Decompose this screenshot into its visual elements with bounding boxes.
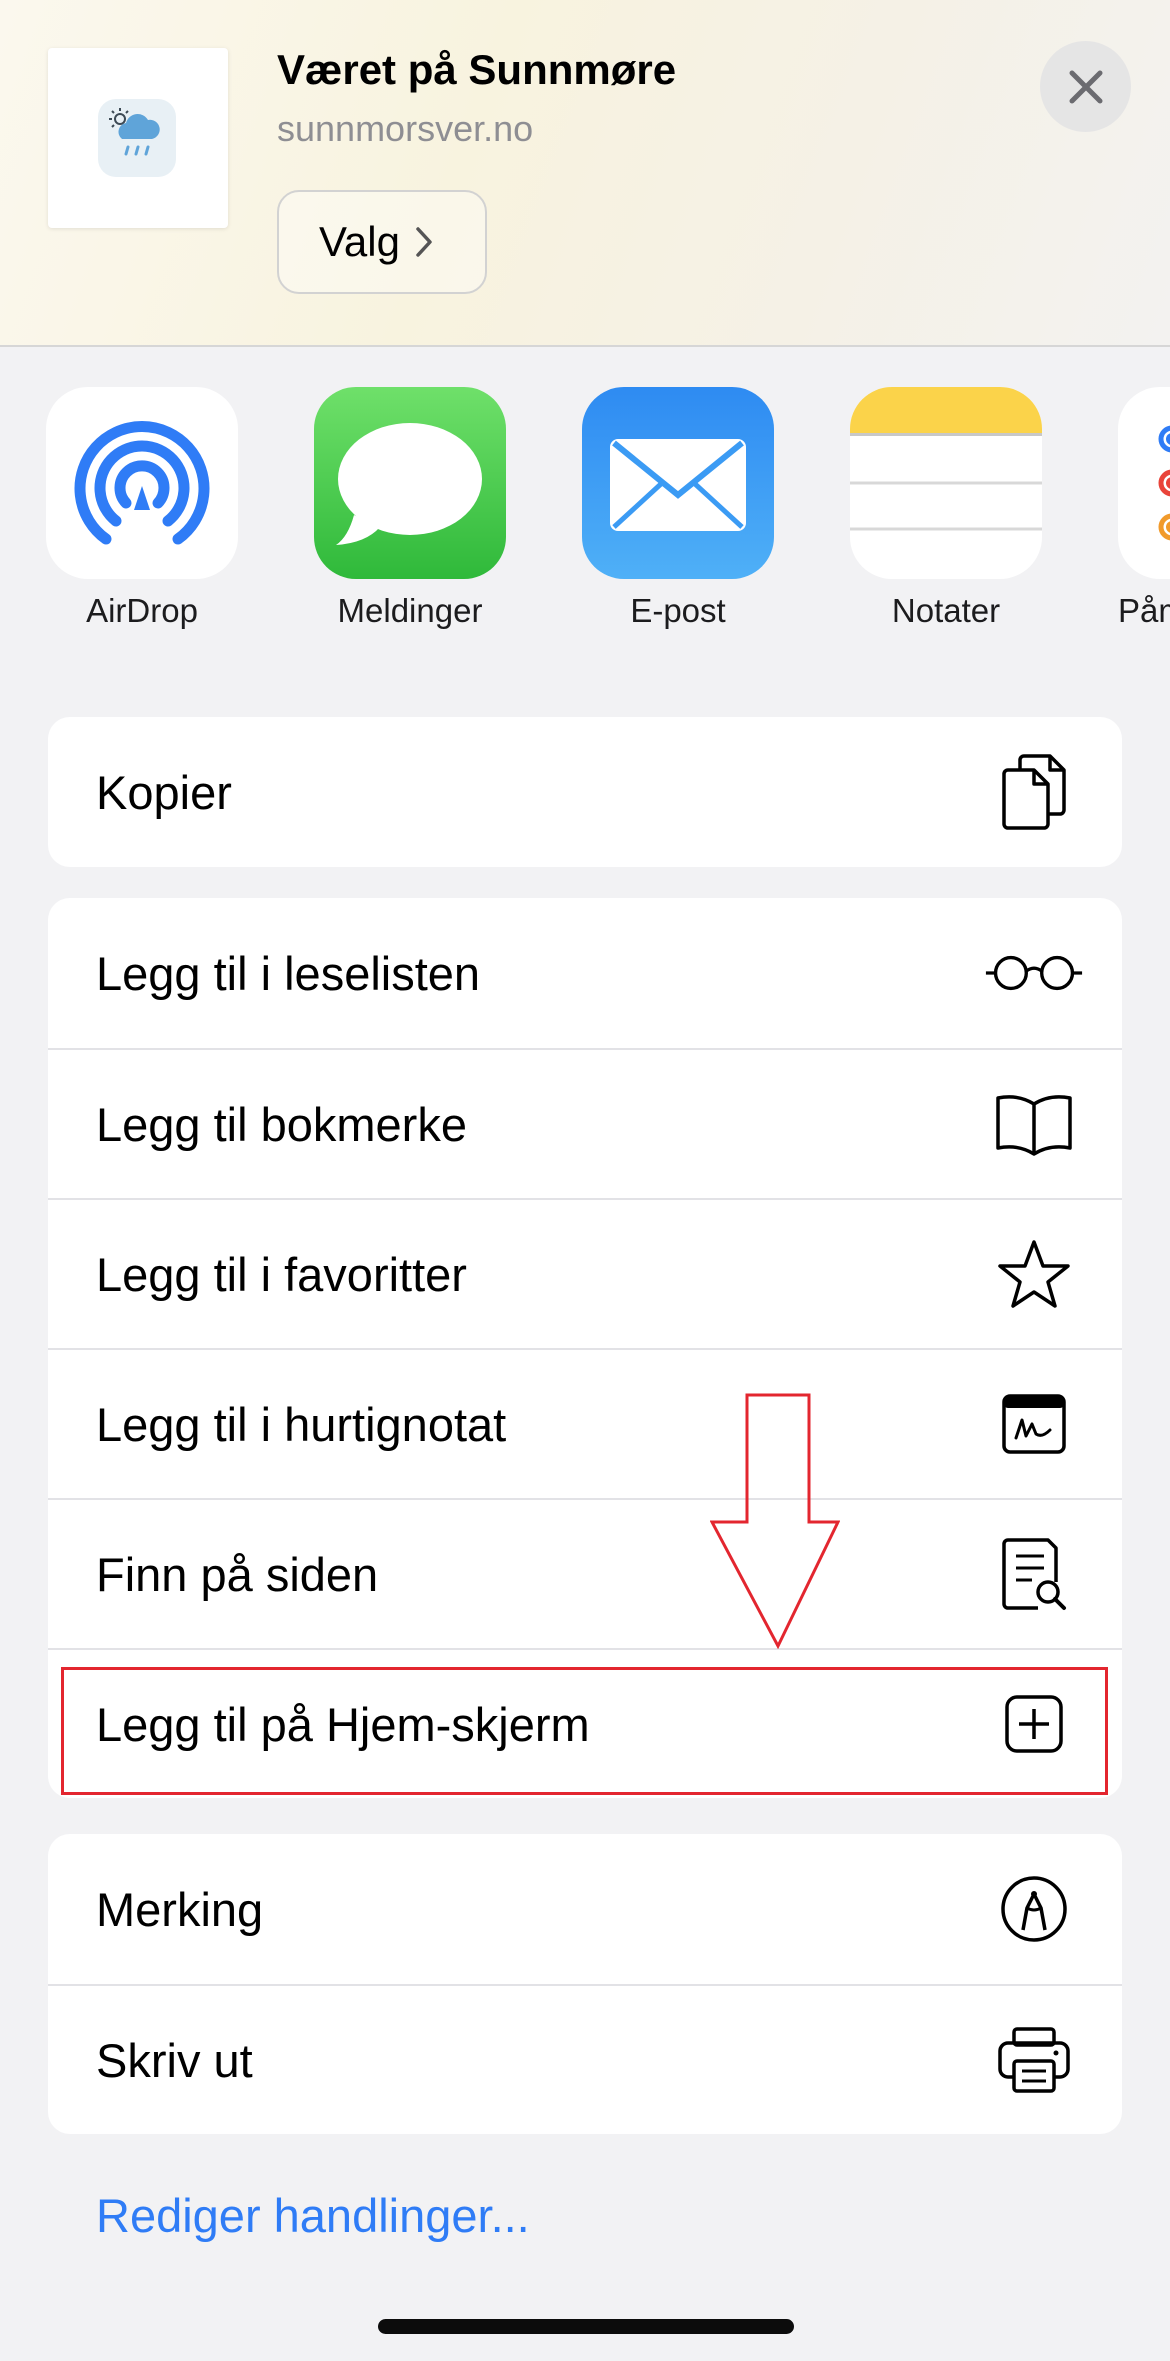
close-button[interactable] — [1040, 41, 1131, 132]
action-label: Kopier — [96, 765, 232, 819]
chevron-right-icon — [416, 227, 432, 257]
action-label: Legg til i leselisten — [96, 946, 481, 1000]
printer-icon — [984, 2020, 1084, 2100]
action-markup[interactable]: Merking — [48, 1834, 1122, 1984]
action-add-to-reading-list[interactable]: Legg til i leselisten — [48, 898, 1122, 1048]
action-find-on-page[interactable]: Finn på siden — [48, 1498, 1122, 1648]
options-button-label: Valg — [319, 218, 400, 265]
action-label: Legg til bokmerke — [96, 1097, 467, 1151]
reminders-icon — [1118, 387, 1170, 579]
star-icon — [984, 1234, 1084, 1314]
site-thumbnail — [48, 48, 228, 228]
quick-note-icon — [984, 1384, 1084, 1464]
action-label: Legg til i hurtignotat — [96, 1397, 507, 1451]
action-add-bookmark[interactable]: Legg til bokmerke — [48, 1048, 1122, 1198]
action-label: Skriv ut — [96, 2033, 253, 2087]
site-title: Været på Sunnmøre — [277, 46, 677, 93]
action-print[interactable]: Skriv ut — [48, 1984, 1122, 2134]
weather-app-icon — [98, 99, 176, 177]
actions-group-copy: Kopier — [48, 717, 1122, 867]
app-label: Notater — [891, 592, 1001, 629]
markup-icon — [984, 1869, 1084, 1949]
down-arrow-annotation — [710, 1393, 840, 1649]
action-add-to-quick-note[interactable]: Legg til i hurtignotat — [48, 1348, 1122, 1498]
airdrop-icon — [46, 387, 238, 579]
action-add-to-favorites[interactable]: Legg til i favoritter — [48, 1198, 1122, 1348]
action-label: Legg til i favoritter — [96, 1247, 467, 1301]
action-label: Finn på siden — [96, 1547, 379, 1601]
notes-icon — [850, 387, 1042, 579]
actions-group-main: Legg til i leselisten Legg til bokmerke … — [48, 898, 1122, 1798]
site-url: sunnmorsver.no — [277, 108, 534, 149]
book-icon — [984, 1084, 1084, 1164]
highlight-box — [61, 1667, 1108, 1795]
action-label: Merking — [96, 1882, 264, 1936]
app-label: AirDrop — [86, 592, 198, 629]
share-sheet-header: Været på Sunnmøre sunnmorsver.no Valg — [0, 0, 1170, 347]
find-on-page-icon — [984, 1534, 1084, 1614]
share-apps-row: AirDrop Meldinger E-post Notater På — [0, 385, 1170, 645]
action-copy[interactable]: Kopier — [48, 717, 1122, 867]
edit-actions-link[interactable]: Rediger handlinger... — [96, 2188, 530, 2243]
app-label: Meldinger — [337, 592, 483, 629]
actions-group-markup: Merking Skriv ut — [48, 1834, 1122, 2134]
app-label: Påminnelser — [1118, 592, 1170, 629]
mail-icon — [582, 387, 774, 579]
glasses-icon — [984, 933, 1084, 1013]
close-icon — [1069, 70, 1102, 103]
home-indicator[interactable] — [378, 2319, 794, 2334]
copy-icon — [984, 752, 1084, 832]
app-label: E-post — [630, 592, 726, 629]
options-button[interactable]: Valg — [277, 190, 487, 294]
messages-icon — [314, 387, 506, 579]
